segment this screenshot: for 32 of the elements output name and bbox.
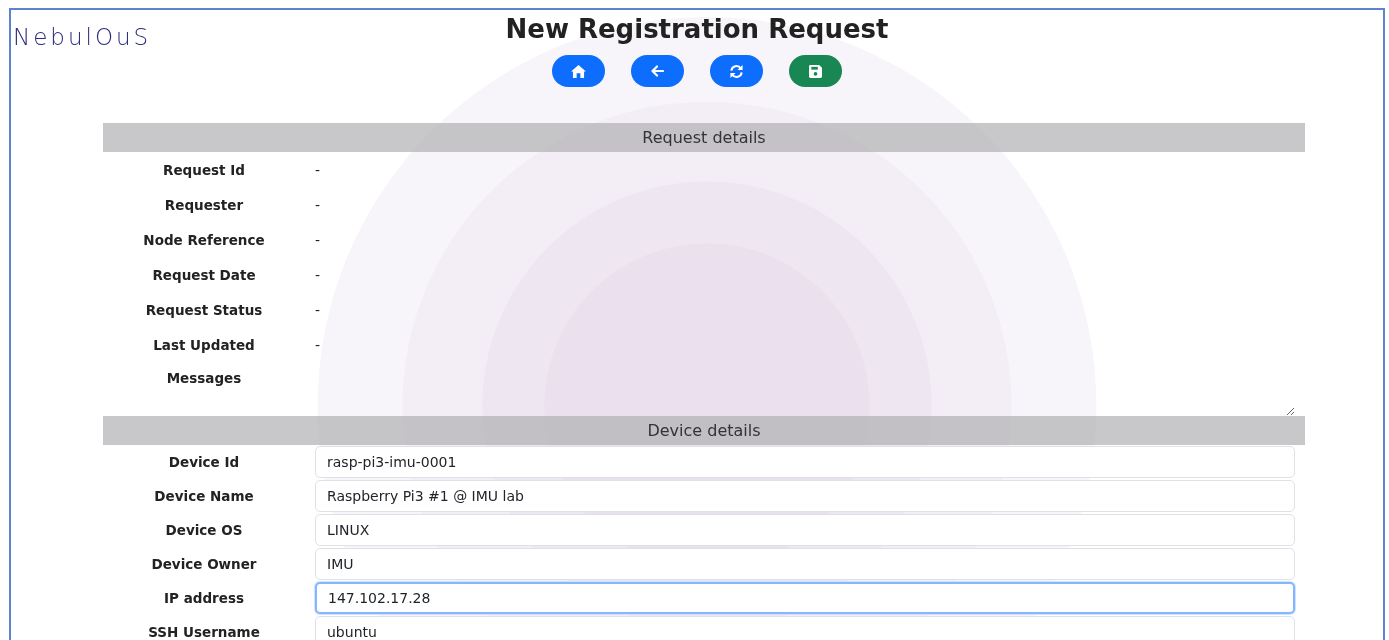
field-label: Last Updated xyxy=(152,336,256,353)
field-label: Messages xyxy=(165,369,243,386)
field-label: Device Owner xyxy=(150,556,258,572)
input-field[interactable]: 147.102.17.28 xyxy=(315,581,1295,614)
back-arrow-icon xyxy=(651,65,664,77)
field-label: IP address xyxy=(163,590,245,606)
input-field[interactable]: rasp-pi3-imu-0001 xyxy=(315,445,1295,478)
field-label: Request Id xyxy=(162,161,246,178)
home-icon xyxy=(571,64,586,78)
brand-logo: NebulOuS xyxy=(12,23,152,50)
section-header: Device details xyxy=(103,416,1305,445)
field-label: Requester xyxy=(163,196,245,213)
field-label: Device Id xyxy=(167,454,241,470)
field-value: - xyxy=(314,336,322,353)
field-value: - xyxy=(314,161,322,178)
field-label: SSH Username xyxy=(147,624,261,640)
refresh-icon xyxy=(729,63,744,79)
section-header: Request details xyxy=(103,123,1305,152)
field-label: Node Reference xyxy=(142,231,266,248)
field-value: - xyxy=(314,231,322,248)
field-value: - xyxy=(314,266,322,283)
field-label: Device OS xyxy=(164,522,244,538)
input-field[interactable]: IMU xyxy=(315,547,1295,580)
input-field[interactable]: Raspberry Pi3 #1 @ IMU lab xyxy=(315,479,1295,512)
field-value: - xyxy=(314,196,322,213)
field-label: Request Date xyxy=(151,266,257,283)
input-field[interactable]: LINUX xyxy=(315,513,1295,546)
input-field[interactable]: ubuntu xyxy=(315,615,1295,640)
field-value: - xyxy=(314,301,322,318)
page-title: New Registration Request xyxy=(505,13,889,46)
field-label: Device Name xyxy=(153,488,255,504)
field-label: Request Status xyxy=(144,301,264,318)
